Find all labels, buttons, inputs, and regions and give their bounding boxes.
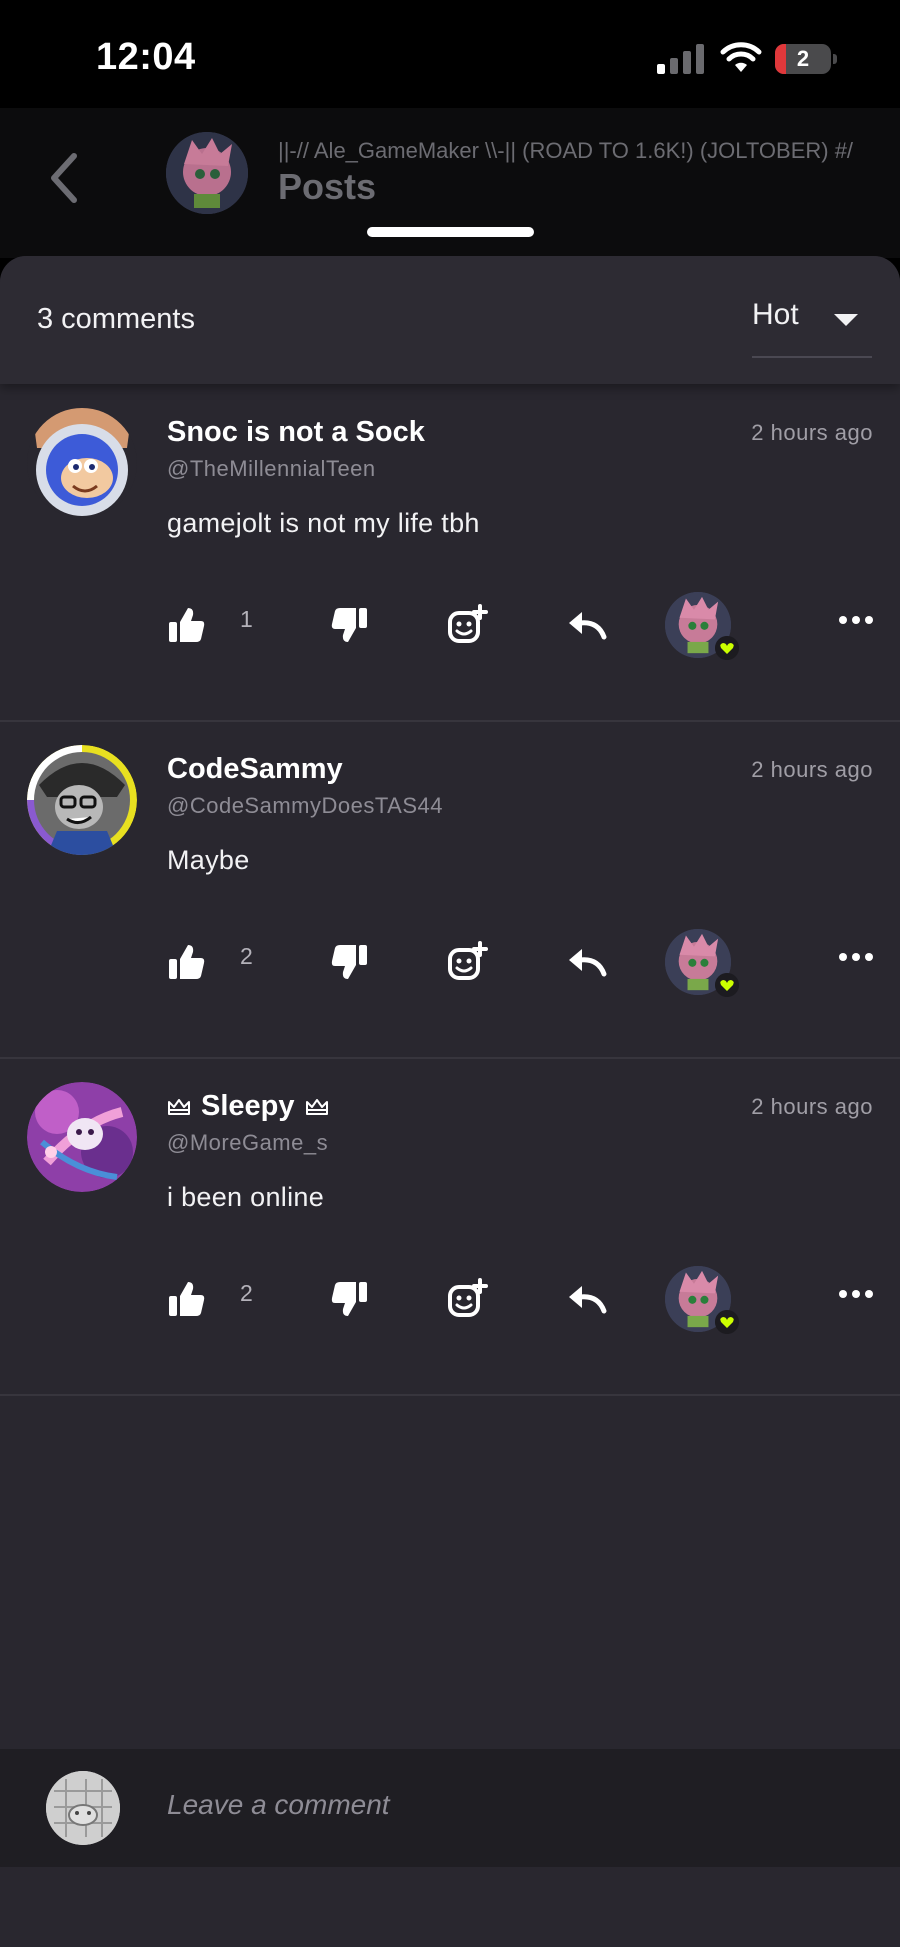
heart-icon bbox=[715, 973, 739, 997]
comment-author[interactable]: Snoc is not a Sock bbox=[167, 416, 425, 449]
like-count: 2 bbox=[240, 943, 253, 969]
more-icon[interactable] bbox=[838, 1288, 874, 1300]
heart-icon bbox=[715, 1310, 739, 1334]
comment-actions: 2 bbox=[0, 1266, 900, 1336]
battery-percent: 2 bbox=[796, 46, 810, 71]
chevron-down-icon bbox=[834, 314, 858, 326]
status-bar: 12:04 2 bbox=[0, 0, 900, 108]
thumbs-down-icon[interactable] bbox=[328, 604, 370, 646]
comment-item: Sleepy @MoreGame_s 2 hours ago i been on… bbox=[0, 1058, 900, 1396]
thumbs-up-icon[interactable] bbox=[166, 604, 208, 646]
add-sticker-icon[interactable] bbox=[446, 604, 488, 646]
more-icon[interactable] bbox=[838, 614, 874, 626]
reply-icon[interactable] bbox=[566, 941, 608, 983]
crown-icon bbox=[168, 1098, 190, 1115]
sheet-grabber[interactable] bbox=[367, 227, 534, 237]
like-count: 2 bbox=[240, 1280, 253, 1306]
comment-text: Maybe bbox=[167, 845, 250, 875]
comments-header: 3 comments Hot bbox=[0, 256, 900, 384]
add-sticker-icon[interactable] bbox=[446, 1278, 488, 1320]
comment-count: 3 comments bbox=[37, 303, 195, 335]
comment-item: Snoc is not a Sock @TheMillennialTeen 2 … bbox=[0, 384, 900, 722]
author-name: Sleepy bbox=[201, 1090, 295, 1122]
comment-input[interactable]: Leave a comment bbox=[167, 1789, 390, 1821]
page-title: Posts bbox=[278, 166, 377, 207]
app-header: ||-// Ale_GameMaker \\-|| (ROAD TO 1.6K!… bbox=[0, 108, 900, 258]
add-sticker-icon[interactable] bbox=[446, 941, 488, 983]
comment-actions: 1 bbox=[0, 592, 900, 662]
comments-sheet: 3 comments Hot Snoc is not a Sock @TheMi… bbox=[0, 256, 900, 1947]
reply-icon[interactable] bbox=[566, 1278, 608, 1320]
thumbs-down-icon[interactable] bbox=[328, 941, 370, 983]
wifi-icon bbox=[720, 42, 762, 72]
avatar[interactable] bbox=[27, 408, 137, 518]
author-handle[interactable]: @CodeSammyDoesTAS44 bbox=[167, 793, 443, 819]
author-name: CodeSammy bbox=[167, 753, 343, 785]
channel-subtitle: ||-// Ale_GameMaker \\-|| (ROAD TO 1.6K!… bbox=[278, 138, 854, 163]
author-name: Snoc is not a Sock bbox=[167, 416, 425, 448]
more-icon[interactable] bbox=[838, 951, 874, 963]
avatar[interactable] bbox=[27, 745, 137, 855]
comment-actions: 2 bbox=[0, 929, 900, 999]
status-time: 12:04 bbox=[96, 36, 196, 78]
comment-timestamp: 2 hours ago bbox=[751, 757, 873, 782]
comment-author[interactable]: Sleepy bbox=[167, 1090, 329, 1123]
comment-text: i been online bbox=[167, 1182, 325, 1212]
thumbs-up-icon[interactable] bbox=[166, 941, 208, 983]
comment-timestamp: 2 hours ago bbox=[751, 420, 873, 445]
sort-label: Hot bbox=[752, 298, 799, 331]
avatar[interactable] bbox=[46, 1771, 120, 1845]
channel-avatar[interactable] bbox=[166, 132, 248, 214]
comment-author[interactable]: CodeSammy bbox=[167, 753, 343, 786]
comment-timestamp: 2 hours ago bbox=[751, 1094, 873, 1119]
comment-item: CodeSammy @CodeSammyDoesTAS44 2 hours ag… bbox=[0, 721, 900, 1059]
battery-indicator: 2 bbox=[775, 44, 837, 74]
cellular-signal-icon bbox=[657, 44, 704, 74]
comment-composer: Leave a comment bbox=[0, 1749, 900, 1867]
crown-icon bbox=[305, 1098, 328, 1115]
like-count: 1 bbox=[240, 606, 253, 632]
thumbs-down-icon[interactable] bbox=[328, 1278, 370, 1320]
reply-icon[interactable] bbox=[566, 604, 608, 646]
avatar[interactable] bbox=[27, 1082, 137, 1192]
author-handle[interactable]: @TheMillennialTeen bbox=[167, 456, 376, 482]
author-handle[interactable]: @MoreGame_s bbox=[167, 1130, 328, 1156]
heart-icon bbox=[715, 636, 739, 660]
bottom-safe-area bbox=[0, 1867, 900, 1947]
comment-text: gamejolt is not my life tbh bbox=[167, 508, 480, 538]
thumbs-up-icon[interactable] bbox=[166, 1278, 208, 1320]
chevron-left-icon[interactable] bbox=[44, 148, 84, 208]
sort-dropdown[interactable]: Hot bbox=[752, 298, 872, 358]
